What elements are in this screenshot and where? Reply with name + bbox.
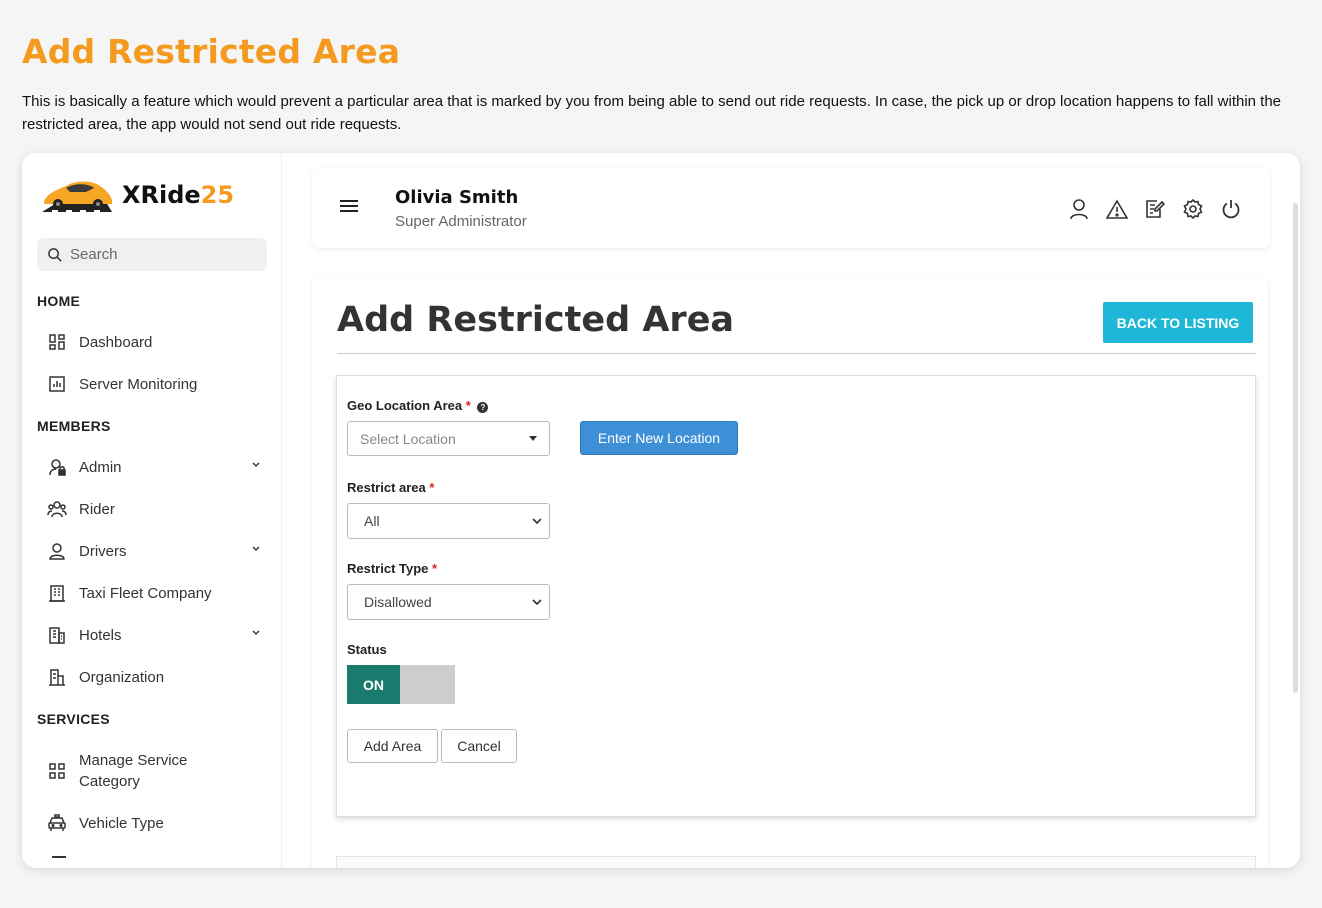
sidebar-item-rider[interactable]: Rider <box>37 489 267 529</box>
user-role: Super Administrator <box>395 213 527 230</box>
search-icon <box>48 248 62 262</box>
back-to-listing-button[interactable]: BACK TO LISTING <box>1103 302 1253 343</box>
chevron-down-icon <box>532 599 542 606</box>
dashboard-icon <box>45 330 69 354</box>
restrict-type-value: Disallowed <box>364 594 432 610</box>
chevron-down-icon[interactable] <box>251 544 261 554</box>
profile-icon[interactable] <box>1068 198 1090 220</box>
chevron-down-icon[interactable] <box>251 628 261 638</box>
sidebar-item-hotels[interactable]: Hotels <box>37 615 267 655</box>
brand-logo[interactable]: XRide25 <box>36 171 234 219</box>
chevron-down-icon[interactable] <box>251 460 261 470</box>
sidebar-item-label: Drivers <box>79 542 127 560</box>
power-icon[interactable] <box>1220 198 1242 220</box>
top-header: Olivia Smith Super Administrator <box>312 168 1270 248</box>
sidebar-item-label: Admin <box>79 458 122 476</box>
header-actions <box>1068 198 1242 220</box>
sidebar-item-dashboard[interactable]: Dashboard <box>37 322 267 362</box>
sidebar-item-organization[interactable]: Organization <box>37 657 267 697</box>
section-members: MEMBERS <box>37 418 111 434</box>
brand-name: XRide25 <box>122 181 234 209</box>
geo-location-placeholder: Select Location <box>360 430 456 447</box>
geo-location-label: Geo Location Area * ? <box>347 398 489 413</box>
admin-user-icon <box>45 455 69 479</box>
section-home: HOME <box>37 293 81 309</box>
grid-icon <box>45 759 69 783</box>
chevron-down-icon <box>532 518 542 525</box>
sidebar-item-admin[interactable]: Admin <box>37 447 267 487</box>
search-input[interactable] <box>70 246 250 263</box>
toggle-on-label: ON <box>347 665 400 704</box>
sidebar-item-label: Hotels <box>79 626 122 644</box>
sidebar-item-label: Server Monitoring <box>79 375 198 393</box>
restrict-type-label: Restrict Type * <box>347 561 437 576</box>
sidebar-item-drivers[interactable]: Drivers <box>37 531 267 571</box>
sidebar-item-label: Taxi Fleet Company <box>79 584 212 602</box>
brand-name-main: XRide <box>122 181 201 209</box>
brand-name-accent: 25 <box>200 181 235 209</box>
taxi-icon <box>45 811 69 835</box>
restrict-type-label-text: Restrict Type <box>347 561 429 576</box>
enter-new-location-button[interactable]: Enter New Location <box>580 421 738 455</box>
sidebar-item-server-monitoring[interactable]: Server Monitoring <box>37 364 267 404</box>
add-area-button[interactable]: Add Area <box>347 729 438 763</box>
page-description: This is basically a feature which would … <box>22 93 1282 133</box>
group-icon <box>45 497 69 521</box>
sidebar-item-label: Dashboard <box>79 333 153 351</box>
user-name: Olivia Smith <box>395 187 519 208</box>
status-toggle[interactable]: ON <box>347 665 455 704</box>
geo-location-label-text: Geo Location Area <box>347 398 463 413</box>
car-logo-icon <box>42 181 112 213</box>
sidebar-item-manage-service-category[interactable]: Manage Service Category <box>37 745 267 797</box>
app-screenshot-frame: XRide25 HOME Dashboard Server Monitoring… <box>22 153 1300 868</box>
geo-location-select[interactable]: Select Location <box>347 421 550 456</box>
sidebar-search[interactable] <box>37 238 267 271</box>
driver-icon <box>45 539 69 563</box>
page-heading: Add Restricted Area <box>22 32 401 71</box>
page-scrollbar[interactable] <box>1293 203 1298 693</box>
chart-icon <box>45 372 69 396</box>
restrict-area-label-text: Restrict area <box>347 480 426 495</box>
sidebar: XRide25 HOME Dashboard Server Monitoring… <box>22 153 282 868</box>
restrict-area-label: Restrict area * <box>347 480 434 495</box>
restrict-area-value: All <box>364 513 380 529</box>
organization-icon <box>45 665 69 689</box>
required-mark: * <box>432 561 438 576</box>
help-icon[interactable]: ? <box>477 402 489 413</box>
sidebar-item-vehicle-type[interactable]: Vehicle Type <box>37 803 267 843</box>
hotel-icon <box>45 623 69 647</box>
sidebar-item-label: Manage Service Category <box>79 752 188 790</box>
required-mark: * <box>465 398 471 413</box>
restrict-type-select[interactable]: Disallowed <box>347 584 550 620</box>
next-panel-peek <box>336 856 1256 868</box>
main-title: Add Restricted Area <box>337 300 735 340</box>
next-item-peek <box>52 856 66 858</box>
status-label: Status <box>347 642 387 657</box>
building-icon <box>45 581 69 605</box>
section-services: SERVICES <box>37 711 110 727</box>
required-mark: * <box>429 480 435 495</box>
main-content-card: Add Restricted Area BACK TO LISTING Geo … <box>312 278 1268 868</box>
sidebar-item-label: Rider <box>79 500 115 518</box>
gear-icon[interactable] <box>1182 198 1204 220</box>
caret-down-icon <box>529 436 537 441</box>
restrict-area-select[interactable]: All <box>347 503 550 539</box>
toggle-track <box>400 665 455 704</box>
sidebar-item-label: Organization <box>79 668 165 686</box>
edit-note-icon[interactable] <box>1144 198 1166 220</box>
alert-triangle-icon[interactable] <box>1106 198 1128 220</box>
restricted-area-form: Geo Location Area * ? Select Location En… <box>336 375 1256 817</box>
hamburger-menu-icon[interactable] <box>339 198 359 214</box>
title-divider <box>337 353 1256 354</box>
sidebar-item-taxi-fleet-company[interactable]: Taxi Fleet Company <box>37 573 267 613</box>
cancel-button[interactable]: Cancel <box>441 729 517 763</box>
sidebar-item-label: Vehicle Type <box>79 814 164 832</box>
